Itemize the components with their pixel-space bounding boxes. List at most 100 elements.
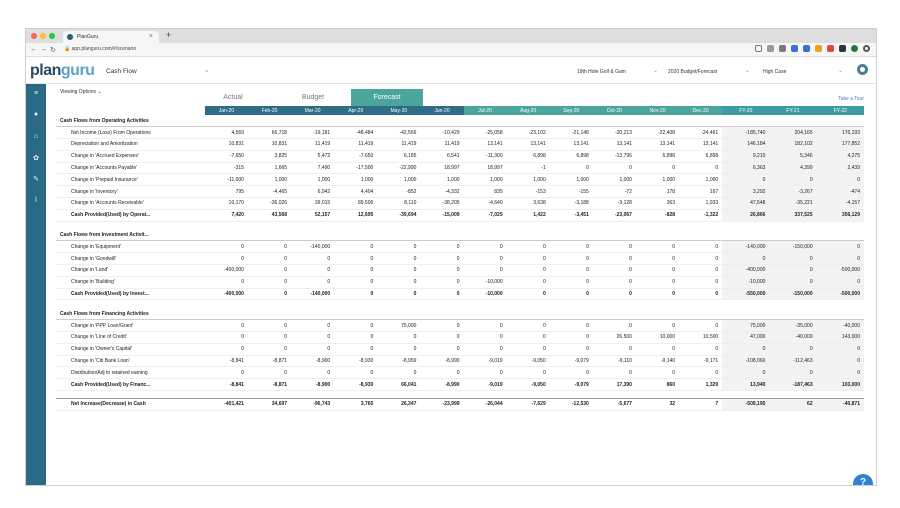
table-cell[interactable]: 0	[247, 366, 292, 380]
extension-icon[interactable]	[803, 45, 810, 52]
table-cell[interactable]: -9,140	[635, 355, 680, 368]
new-tab-icon[interactable]: +	[166, 30, 171, 40]
table-cell[interactable]: 178	[635, 185, 680, 199]
table-cell[interactable]: 10,500	[679, 331, 723, 344]
table-cell[interactable]: 18,997	[420, 162, 464, 175]
table-cell[interactable]: -153	[506, 185, 550, 199]
table-cell[interactable]: 6,541	[420, 150, 464, 163]
table-cell[interactable]: -22,408	[635, 126, 680, 140]
table-cell[interactable]: 0	[247, 343, 292, 356]
table-cell[interactable]: -140,000	[291, 240, 335, 254]
table-cell[interactable]: 6,898	[635, 150, 680, 163]
take-a-tour-link[interactable]: Take a Tour	[838, 96, 864, 102]
table-cell[interactable]: 0	[592, 252, 636, 266]
table-cell[interactable]: 0	[463, 366, 507, 380]
table-cell[interactable]: 13,141	[679, 138, 723, 151]
table-cell[interactable]: 39,015	[291, 197, 335, 210]
table-cell[interactable]: -11,000	[204, 173, 248, 187]
table-cell[interactable]: -185,740	[722, 126, 770, 140]
column-header[interactable]: Oct-20	[592, 106, 636, 115]
chart-icon[interactable]: ⌇	[31, 196, 41, 204]
plan-selector[interactable]: 2020 Budget/Forecast	[668, 69, 717, 75]
table-cell[interactable]: 0	[635, 162, 680, 175]
row-label[interactable]: Change in 'Citi Bank Loan'	[56, 355, 205, 368]
table-cell[interactable]: 13,141	[506, 138, 550, 151]
table-cell[interactable]: 1,000	[420, 173, 464, 187]
table-cell[interactable]: 0	[291, 252, 335, 266]
column-header[interactable]: May-20	[377, 106, 421, 115]
table-cell[interactable]: 0	[291, 366, 335, 380]
table-cell[interactable]: 0	[420, 366, 464, 380]
table-cell[interactable]: -19,181	[291, 126, 335, 140]
table-cell[interactable]: 0	[635, 343, 680, 356]
table-cell[interactable]: 0	[420, 319, 464, 333]
table-cell[interactable]: 0	[679, 162, 723, 175]
row-label[interactable]: Change in 'Owner's Capital'	[56, 343, 205, 356]
table-cell[interactable]: 204,165	[769, 126, 817, 140]
table-cell[interactable]: 0	[816, 276, 864, 289]
table-cell[interactable]: 0	[506, 366, 550, 380]
table-cell[interactable]: 75,000	[377, 319, 421, 333]
table-cell[interactable]: 0	[549, 366, 593, 380]
table-cell[interactable]: -8,871	[247, 355, 292, 368]
table-cell[interactable]: 4,275	[816, 150, 864, 163]
row-label[interactable]: Net Income (Loss) From Operations	[56, 126, 205, 140]
table-cell[interactable]: 11,419	[334, 138, 378, 151]
table-cell[interactable]: 0	[679, 240, 723, 254]
column-header[interactable]: Apr-20	[334, 106, 378, 115]
table-cell[interactable]: 0	[334, 252, 378, 266]
table-cell[interactable]: 0	[247, 252, 292, 266]
table-cell[interactable]: -3,188	[549, 197, 593, 210]
table-cell[interactable]: -13,796	[592, 150, 636, 163]
table-cell[interactable]: 0	[334, 276, 378, 289]
table-cell[interactable]: 0	[334, 240, 378, 254]
table-cell[interactable]: 0	[816, 355, 864, 368]
table-cell[interactable]: 0	[679, 319, 723, 333]
table-cell[interactable]: -474	[816, 185, 864, 199]
table-cell[interactable]: 0	[592, 264, 636, 277]
table-cell[interactable]: 0	[679, 264, 723, 277]
table-cell[interactable]: 0	[247, 319, 292, 333]
table-cell[interactable]: 6,942	[291, 185, 335, 199]
tab-budget[interactable]: Budget	[275, 89, 351, 106]
table-cell[interactable]: 47,548	[722, 197, 770, 210]
table-cell[interactable]: 0	[635, 276, 680, 289]
table-cell[interactable]: -4,465	[247, 185, 292, 199]
table-cell[interactable]: -4,157	[816, 197, 864, 210]
table-cell[interactable]: -8,841	[204, 355, 248, 368]
table-cell[interactable]: 0	[506, 264, 550, 277]
table-cell[interactable]: 0	[204, 343, 248, 356]
table-cell[interactable]: 0	[816, 240, 864, 254]
table-cell[interactable]: -315	[204, 162, 248, 175]
table-cell[interactable]: 0	[816, 343, 864, 356]
row-label[interactable]: Change in 'PPP Loan/Grant'	[56, 319, 205, 333]
table-cell[interactable]: 11,419	[420, 138, 464, 151]
table-cell[interactable]: 0	[377, 264, 421, 277]
profile-avatar[interactable]	[851, 45, 858, 52]
extension-icon[interactable]	[791, 45, 798, 52]
table-cell[interactable]: -852	[377, 185, 421, 199]
table-cell[interactable]: 6,898	[679, 150, 723, 163]
table-cell[interactable]: 0	[463, 264, 507, 277]
table-cell[interactable]: -155	[549, 185, 593, 199]
table-cell[interactable]: -140,000	[722, 240, 770, 254]
table-cell[interactable]: 0	[291, 276, 335, 289]
table-cell[interactable]: 1,000	[635, 173, 680, 187]
table-cell[interactable]: -10,000	[463, 276, 507, 289]
table-cell[interactable]: 0	[592, 276, 636, 289]
table-cell[interactable]: 1,000	[679, 173, 723, 187]
table-cell[interactable]: 4,404	[334, 185, 378, 199]
module-selector[interactable]: Cash Flow	[106, 68, 137, 75]
table-cell[interactable]: -20,213	[592, 126, 636, 140]
table-cell[interactable]: 2,439	[816, 162, 864, 175]
table-cell[interactable]: 0	[291, 343, 335, 356]
column-header[interactable]: Jan-20	[204, 106, 248, 115]
table-cell[interactable]: 0	[291, 331, 335, 344]
table-cell[interactable]: 0	[291, 264, 335, 277]
table-cell[interactable]: 3,292	[722, 185, 770, 199]
table-cell[interactable]: 0	[635, 264, 680, 277]
table-cell[interactable]: 0	[722, 343, 770, 356]
table-cell[interactable]: 10,831	[247, 138, 292, 151]
table-cell[interactable]: 1,000	[247, 173, 292, 187]
table-cell[interactable]: 0	[635, 252, 680, 266]
